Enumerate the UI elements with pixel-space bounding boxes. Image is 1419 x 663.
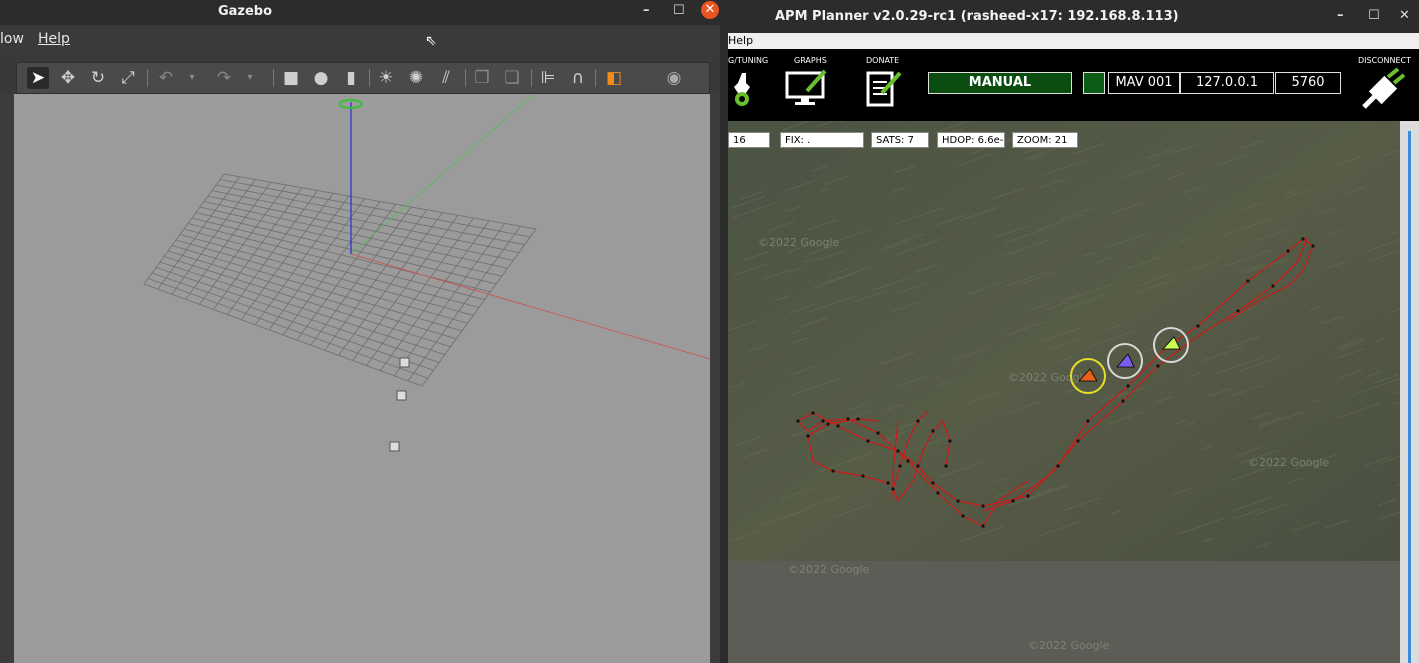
watermark-5: ©2022 Google — [1028, 639, 1110, 652]
mouse-cursor-icon: ⇖ — [425, 33, 437, 49]
watermark-1: ©2022 Google — [758, 236, 840, 249]
undo-icon[interactable]: ↶ — [155, 67, 177, 89]
menu-help[interactable]: Help — [728, 34, 753, 47]
scrollbar-thumb[interactable] — [1408, 131, 1411, 663]
zoom-status: ZOOM: 21 — [1012, 132, 1078, 148]
disconnect-plug-icon[interactable] — [1358, 65, 1408, 113]
watermark-3: ©2022 Google — [1248, 456, 1330, 469]
x-axis-line — [350, 253, 710, 360]
select-arrow-icon[interactable]: ➤ — [27, 67, 49, 89]
status-field-1: 16 — [728, 132, 770, 148]
flight-mode-indicator: MANUAL — [928, 72, 1072, 94]
gazebo-titlebar: Gazebo – ☐ ✕ — [0, 0, 720, 25]
gazebo-3d-viewport[interactable] — [14, 94, 710, 663]
rover-model-1 — [399, 357, 410, 368]
apm-titlebar: APM Planner v2.0.29-rc1 (rasheed-x17: 19… — [720, 0, 1419, 33]
wrench-gear-icon[interactable] — [728, 69, 758, 109]
magnet-icon[interactable]: ∩ — [567, 67, 589, 89]
gazebo-toolbar: ➤ ✥ ↻ ⤢ ↶ ▾ ↷ ▾ ■ ● ▮ ☀ ✺ ⫽ ❐ ❏ ⊫ ∩ ◧ ◉ — [16, 62, 710, 94]
rover-model-2 — [396, 390, 407, 401]
disconnect-label: DISCONNECT — [1358, 56, 1411, 65]
gazebo-menubar: low Help — [0, 25, 720, 53]
graphs-monitor-icon[interactable] — [785, 67, 831, 107]
apm-close-button[interactable]: ✕ — [1399, 8, 1410, 23]
ground-grid — [143, 173, 537, 387]
menu-help[interactable]: Help — [38, 31, 70, 47]
sphere-shape-icon[interactable]: ● — [310, 67, 332, 89]
graphs-label: GRAPHS — [794, 56, 827, 65]
copy-icon[interactable]: ❐ — [471, 67, 493, 89]
translate-icon[interactable]: ✥ — [57, 67, 79, 89]
port-box: 5760 — [1275, 72, 1341, 94]
map-render: ©2022 Google ©2022 Google ©2022 Google ©… — [728, 121, 1400, 663]
menu-window[interactable]: low — [0, 31, 24, 47]
gazebo-close-button[interactable]: ✕ — [701, 1, 719, 19]
rotate-icon[interactable]: ↻ — [87, 67, 109, 89]
directional-light-icon[interactable]: ⫽ — [435, 67, 457, 89]
gazebo-minimize-button[interactable]: – — [643, 3, 650, 18]
scale-icon[interactable]: ⤢ — [117, 67, 139, 89]
apm-minimize-button[interactable]: – — [1337, 8, 1344, 23]
donate-label: DONATE — [866, 56, 900, 65]
paste-icon[interactable]: ❏ — [501, 67, 523, 89]
redo-dropdown-icon[interactable]: ▾ — [239, 67, 261, 89]
rover-model-3 — [389, 441, 400, 452]
cylinder-shape-icon[interactable]: ▮ — [340, 67, 362, 89]
mav-id-box: MAV 001 — [1108, 72, 1180, 94]
watermark-4: ©2022 Google — [788, 563, 870, 576]
tuning-label: G/TUNING — [728, 56, 769, 65]
y-axis-line — [350, 94, 535, 255]
gazebo-right-dock — [710, 94, 720, 663]
satellites-status: SATS: 7 — [871, 132, 929, 148]
donate-document-icon[interactable] — [864, 67, 904, 109]
redo-icon[interactable]: ↷ — [213, 67, 235, 89]
align-icon[interactable]: ⊫ — [537, 67, 559, 89]
satellite-map[interactable]: ©2022 Google ©2022 Google ©2022 Google ©… — [728, 121, 1400, 663]
apm-planner-window: APM Planner v2.0.29-rc1 (rasheed-x17: 19… — [720, 0, 1419, 663]
scene-render — [143, 94, 710, 452]
gazebo-left-dock — [0, 94, 14, 663]
gazebo-maximize-button[interactable]: ☐ — [673, 3, 685, 18]
undo-dropdown-icon[interactable]: ▾ — [181, 67, 203, 89]
connection-status-light — [1083, 72, 1105, 94]
ip-address-box: 127.0.0.1 — [1180, 72, 1274, 94]
apm-maximize-button[interactable]: ☐ — [1368, 8, 1380, 23]
gps-fix-status: FIX: . — [780, 132, 864, 148]
apm-toolbar: G/TUNING GRAPHS DONATE MANUAL MAV 001 12… — [728, 49, 1419, 121]
apm-title: APM Planner v2.0.29-rc1 (rasheed-x17: 19… — [775, 9, 1179, 24]
box-shape-icon[interactable]: ■ — [280, 67, 302, 89]
hdop-status: HDOP: 6.6e- — [937, 132, 1005, 148]
apm-menubar: Help — [728, 33, 1419, 49]
map-scrollbar[interactable] — [1400, 121, 1419, 663]
gazebo-title: Gazebo — [217, 4, 273, 19]
screenshot-icon[interactable]: ◉ — [663, 67, 685, 89]
watermark-2: ©2022 Google — [1008, 371, 1090, 384]
point-light-icon[interactable]: ☀ — [375, 67, 397, 89]
gazebo-window: Gazebo – ☐ ✕ low Help ➤ ✥ ↻ ⤢ ↶ ▾ ↷ ▾ ■ … — [0, 0, 720, 663]
spot-light-icon[interactable]: ✺ — [405, 67, 427, 89]
view-angle-icon[interactable]: ◧ — [603, 67, 625, 89]
